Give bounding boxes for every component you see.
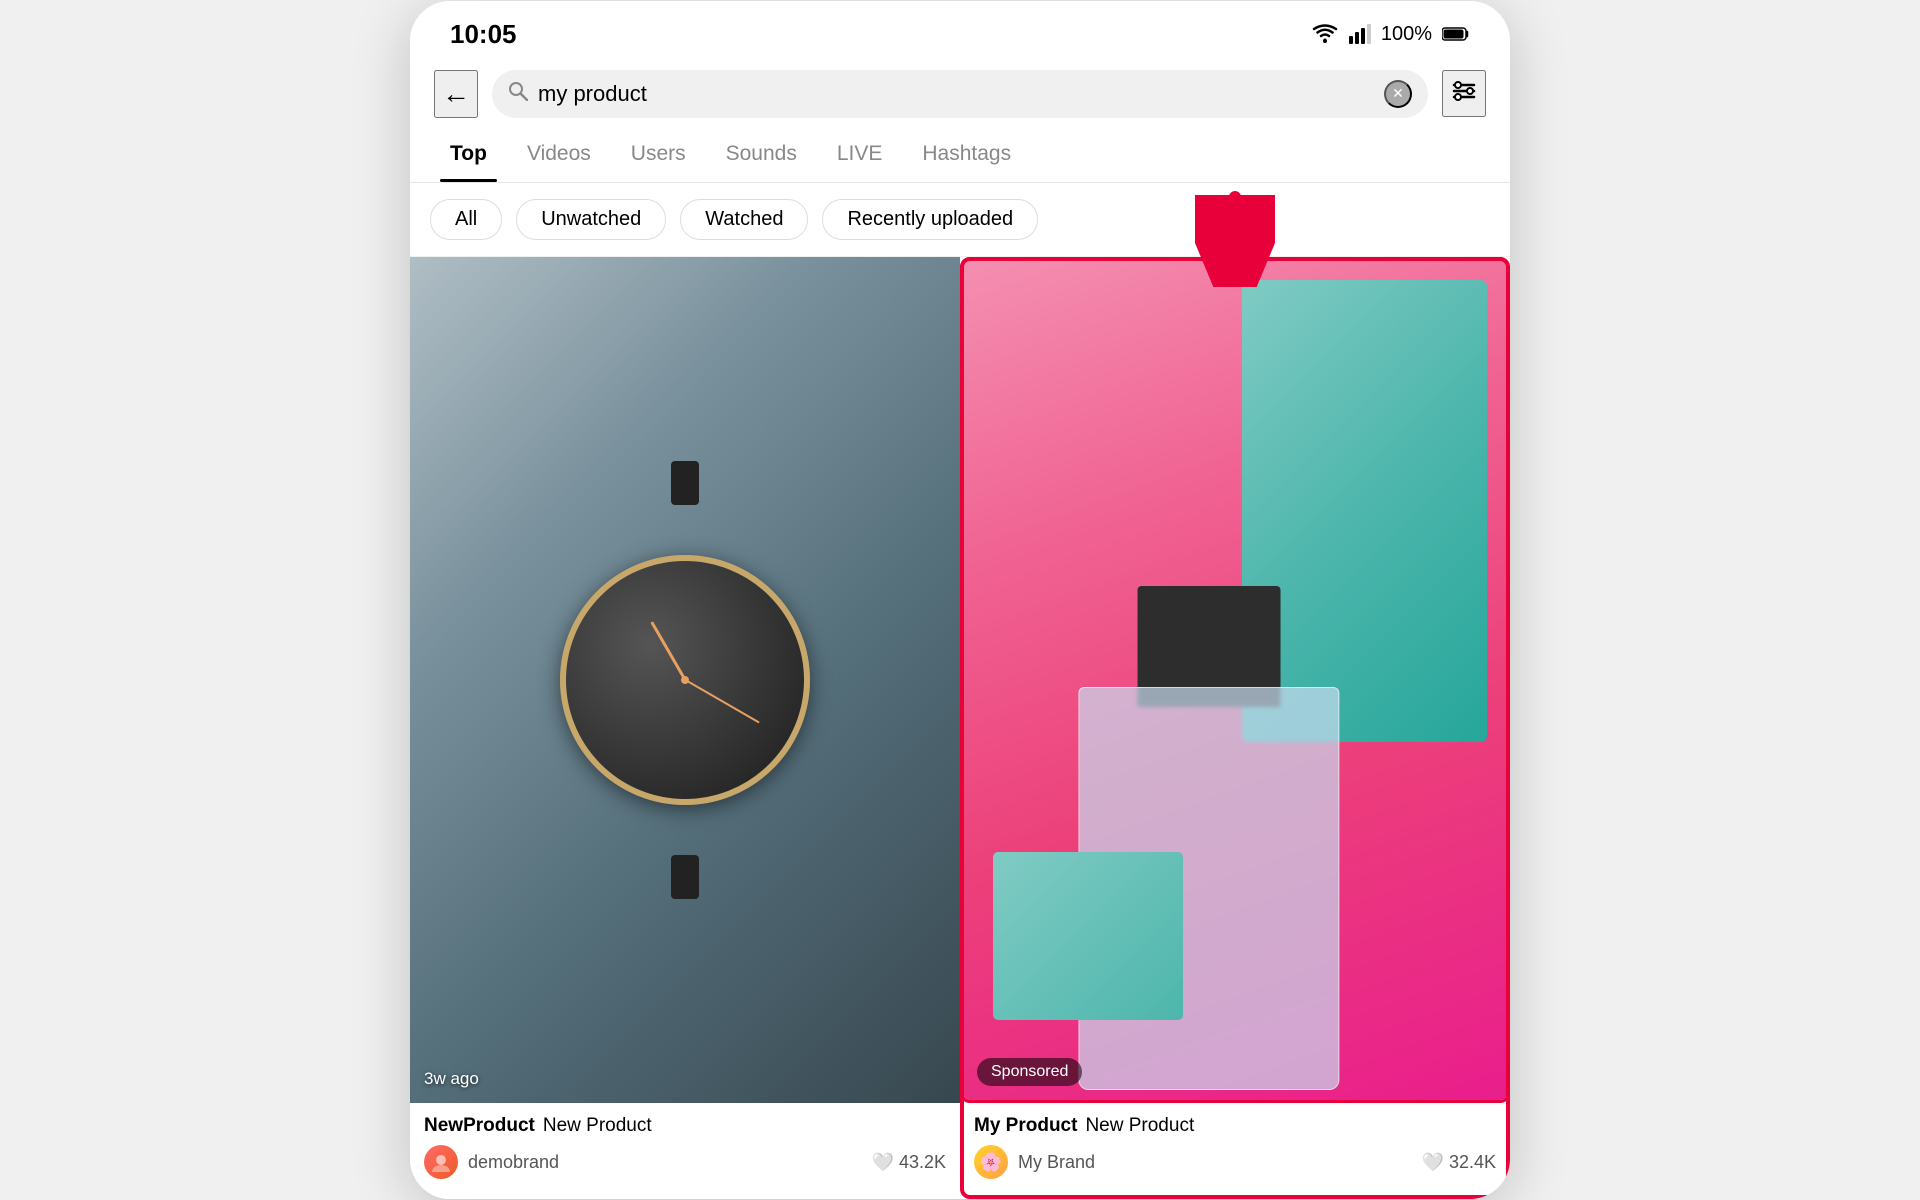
filter-button[interactable] xyxy=(1442,70,1486,117)
video-card-2[interactable]: Sponsored My Product New Product 🌸 My Br… xyxy=(960,257,1510,1199)
back-button[interactable]: ← xyxy=(434,70,478,118)
like-count-1: 🤍 43.2K xyxy=(872,1152,946,1173)
video-thumb-2: Sponsored xyxy=(960,257,1510,1103)
likes-text-1: 43.2K xyxy=(899,1152,946,1173)
pill-watched[interactable]: Watched xyxy=(680,199,808,240)
tab-top[interactable]: Top xyxy=(430,128,507,182)
battery-icon xyxy=(1442,26,1470,42)
brand-name-2: My Brand xyxy=(1018,1152,1412,1173)
watch-band-top-decoration xyxy=(671,461,699,505)
sponsored-badge: Sponsored xyxy=(977,1058,1082,1086)
tab-hashtags[interactable]: Hashtags xyxy=(902,128,1031,182)
watch-hour-hand xyxy=(650,621,686,680)
tab-sounds[interactable]: Sounds xyxy=(706,128,817,182)
video-thumb-1: 3w ago xyxy=(410,257,960,1103)
avatar-2: 🌸 xyxy=(974,1145,1008,1179)
signal-icon xyxy=(1349,24,1371,44)
pill-recently-uploaded[interactable]: Recently uploaded xyxy=(822,199,1038,240)
search-input-wrap[interactable]: my product ✕ xyxy=(492,70,1428,118)
tab-live[interactable]: LIVE xyxy=(817,128,903,182)
watch-minute-hand xyxy=(685,679,760,724)
video-info-2: My Product New Product 🌸 My Brand 🤍 32.4… xyxy=(960,1103,1510,1179)
video-caption-1: New Product xyxy=(543,1115,652,1137)
search-query-text: my product xyxy=(538,81,1374,107)
avatar-1 xyxy=(424,1145,458,1179)
video-timestamp-1: 3w ago xyxy=(424,1069,479,1089)
watch-face xyxy=(560,555,810,805)
search-icon xyxy=(508,81,528,107)
video-title-row-1: NewProduct New Product xyxy=(424,1115,946,1137)
brand-name-1: demobrand xyxy=(468,1152,862,1173)
watch-band-bottom-decoration xyxy=(671,855,699,899)
wifi-icon xyxy=(1311,24,1339,44)
perfume-thumbnail xyxy=(963,260,1507,1100)
tab-videos[interactable]: Videos xyxy=(507,128,611,182)
watch-center-dot xyxy=(681,676,689,684)
like-count-2: 🤍 32.4K xyxy=(1422,1152,1496,1173)
status-time: 10:05 xyxy=(450,19,517,50)
heart-icon-1: 🤍 xyxy=(872,1152,894,1173)
video-meta-row-1: demobrand 🤍 43.2K xyxy=(424,1145,946,1179)
video-info-1: NewProduct New Product demobrand 🤍 43.2K xyxy=(410,1103,960,1179)
video-title-row-2: My Product New Product xyxy=(974,1115,1496,1137)
video-card-1[interactable]: 3w ago NewProduct New Product demobrand … xyxy=(410,257,960,1199)
video-grid: 3w ago NewProduct New Product demobrand … xyxy=(410,257,1510,1199)
battery-percent: 100% xyxy=(1381,23,1432,46)
tabs-row: Top Videos Users Sounds LIVE Hashtags xyxy=(410,128,1510,183)
video-caption-2: New Product xyxy=(1085,1115,1194,1137)
phone-frame: 10:05 100% xyxy=(410,1,1510,1199)
tab-users[interactable]: Users xyxy=(611,128,706,182)
status-bar: 10:05 100% xyxy=(410,1,1510,60)
heart-icon-2: 🤍 xyxy=(1422,1152,1444,1173)
video-author-2: My Product xyxy=(974,1115,1077,1137)
pill-all[interactable]: All xyxy=(430,199,502,240)
small-teal-box xyxy=(993,852,1183,1020)
likes-text-2: 32.4K xyxy=(1449,1152,1496,1173)
video-meta-row-2: 🌸 My Brand 🤍 32.4K xyxy=(974,1145,1496,1179)
search-bar-row: ← my product ✕ xyxy=(410,60,1510,128)
filter-pills-row: All Unwatched Watched Recently uploaded xyxy=(410,183,1510,257)
clear-search-button[interactable]: ✕ xyxy=(1384,80,1412,108)
video-author-1: NewProduct xyxy=(424,1115,535,1137)
pill-unwatched[interactable]: Unwatched xyxy=(516,199,666,240)
status-icons: 100% xyxy=(1311,23,1470,46)
watch-thumbnail xyxy=(410,257,960,1103)
